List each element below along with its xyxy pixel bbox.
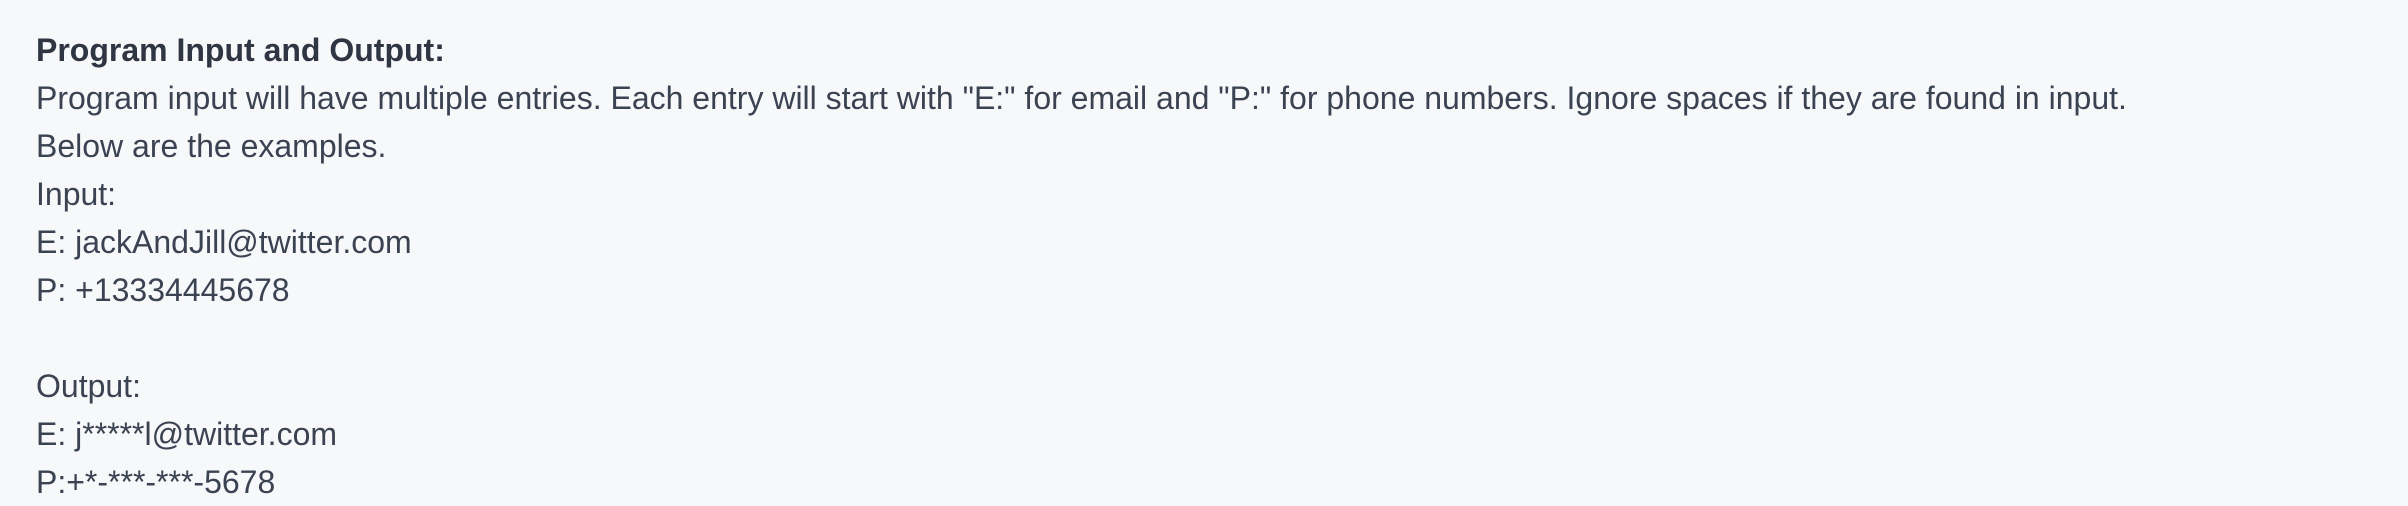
input-label: Input: (36, 176, 117, 212)
problem-description: Program Input and Output: Program input … (36, 26, 2127, 506)
description-text: Program input will have multiple entries… (36, 80, 2127, 116)
output-label: Output: (36, 368, 141, 404)
examples-intro: Below are the examples. (36, 128, 387, 164)
output-line-phone: P:+*-***-***-5678 (36, 464, 276, 500)
output-line-email: E: j*****l@twitter.com (36, 416, 338, 452)
section-heading: Program Input and Output: (36, 32, 445, 68)
input-line-email: E: jackAndJill@twitter.com (36, 224, 412, 260)
input-line-phone: P: +13334445678 (36, 272, 290, 308)
